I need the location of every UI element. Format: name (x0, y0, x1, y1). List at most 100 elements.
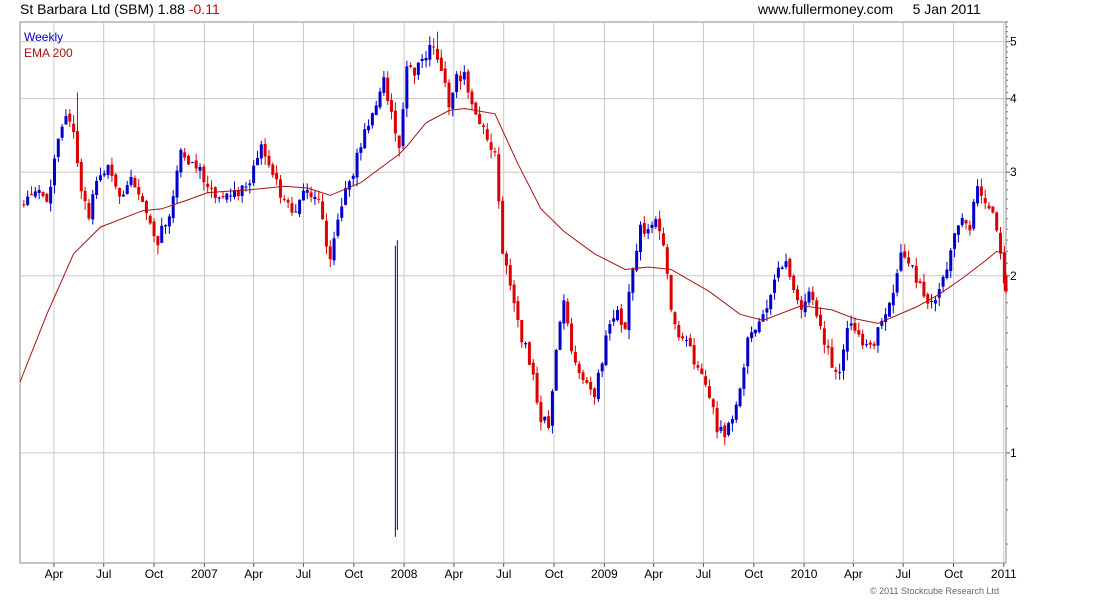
candle-body (776, 267, 780, 278)
candle-body (133, 177, 137, 188)
candle-body (868, 342, 872, 345)
candle-body (443, 68, 447, 83)
candle-body (907, 257, 911, 264)
candle-body (792, 275, 796, 291)
candle-body (508, 265, 512, 286)
candle-body (286, 200, 290, 203)
candle-body (167, 216, 171, 227)
candle-body (577, 363, 581, 373)
candle-body (26, 196, 30, 205)
candle-body (102, 173, 106, 176)
candle-body (210, 187, 214, 189)
x-tick-label: Apr (45, 567, 64, 581)
candle-body (106, 165, 110, 175)
candle-body (397, 135, 401, 148)
candle-body (95, 180, 99, 195)
candle-body (175, 170, 179, 198)
candle-body (593, 388, 597, 398)
x-tick-label: Jul (895, 567, 910, 581)
candle-body (401, 109, 405, 147)
candle-body (976, 186, 980, 204)
candle-body (424, 57, 428, 61)
candle-body (543, 416, 547, 421)
y-tick-label: 2 (1010, 269, 1017, 283)
y-tick-label: 5 (1010, 35, 1017, 49)
y-tick-label: 4 (1010, 92, 1017, 106)
candle-body (769, 294, 773, 310)
candle-body (409, 65, 413, 67)
x-tick-label: Apr (644, 567, 663, 581)
x-tick-label: Apr (244, 567, 263, 581)
candle-body (137, 186, 141, 195)
candle-body (317, 198, 321, 200)
candle-body (439, 57, 443, 71)
candle-body (991, 206, 995, 213)
x-tick-label: Apr (445, 567, 464, 581)
candle-body (864, 344, 868, 346)
candle-body (359, 147, 363, 153)
candle-body (367, 125, 371, 131)
candle-body (390, 100, 394, 112)
candle-body (504, 253, 508, 266)
candle-body (585, 379, 589, 383)
candle-body (413, 67, 417, 76)
candle-body (707, 386, 711, 398)
candle-body (98, 175, 102, 181)
candle-body (455, 74, 459, 93)
candle-body (753, 329, 757, 334)
candle-body (845, 328, 849, 352)
candle-body (895, 273, 899, 293)
y-tick-label: 1 (1010, 446, 1017, 460)
candle-body (324, 220, 328, 247)
candle-body (160, 225, 164, 243)
candle-body (41, 192, 45, 196)
x-tick-label: 2007 (191, 567, 218, 581)
candle-body (382, 77, 386, 93)
price-change: -0.11 (188, 1, 220, 17)
candle-body (872, 343, 876, 346)
candle-body (803, 301, 807, 313)
candle-body (608, 324, 612, 334)
candle-body (148, 215, 152, 224)
candle-body (953, 233, 957, 249)
candle-body (428, 44, 432, 60)
candle-body (646, 229, 650, 234)
candle-body (470, 91, 474, 105)
candle-body (141, 196, 145, 202)
candle-body (558, 321, 562, 350)
x-tick-label: Oct (145, 567, 164, 581)
candle-body (206, 183, 210, 188)
candle-body (255, 158, 259, 166)
candle-body (344, 188, 348, 205)
candle-body (623, 322, 627, 329)
candle-body (110, 164, 114, 176)
candle-body (949, 250, 953, 271)
candle-body (979, 186, 983, 196)
candle-body (654, 219, 658, 227)
candle-body (183, 152, 187, 158)
candle-body (566, 301, 570, 324)
candle-body (524, 343, 528, 345)
candle-body (830, 347, 834, 368)
candle-body (570, 323, 574, 352)
candle-body (926, 294, 930, 304)
candle-body (956, 225, 960, 235)
legend-weekly: Weekly (24, 30, 64, 44)
candle-body (930, 301, 934, 303)
candle-body (271, 164, 275, 175)
candle-body (876, 327, 880, 346)
candlestick-chart: 1 2 3 4 5 Apr Jul Oct 2007 Apr Jul Oct 2008 Apr Jul Oct… (19, 21, 1017, 581)
candle-body (684, 340, 688, 342)
candle-body (857, 330, 861, 335)
candle-body (696, 365, 700, 368)
candle-body (118, 187, 122, 197)
candle-body (294, 211, 298, 213)
candle-body (887, 302, 891, 317)
candle-body (328, 246, 332, 260)
candle-body (152, 221, 156, 237)
candle-body (581, 372, 585, 380)
candle-body (229, 195, 233, 197)
candle-body (60, 126, 64, 138)
candle-body (822, 328, 826, 345)
candle-body (784, 261, 788, 268)
